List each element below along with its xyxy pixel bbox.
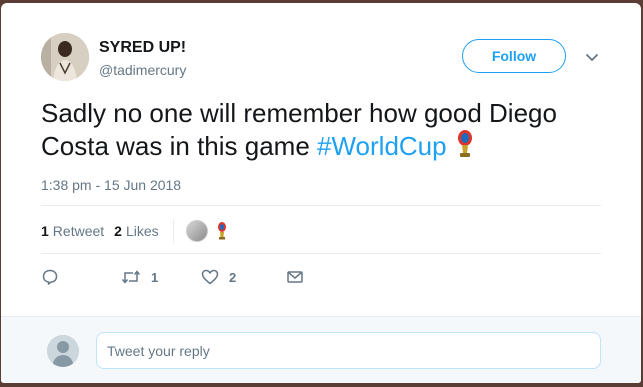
retweet-label[interactable]: Retweet (53, 223, 104, 239)
tweet-actions: 1 2 (41, 265, 304, 289)
tweet-stats: 1 Retweet 2 Likes (41, 219, 228, 243)
heart-icon (201, 269, 219, 285)
worldcup-trophy-icon (457, 130, 472, 157)
hashtag-link[interactable]: #WorldCup (317, 131, 447, 161)
stats-separator (172, 219, 174, 243)
likes-label[interactable]: Likes (126, 223, 159, 239)
user-avatar (47, 335, 79, 367)
reply-input[interactable] (96, 332, 601, 369)
direct-message-button[interactable] (286, 268, 304, 286)
avatar-image (41, 33, 89, 81)
divider (41, 253, 601, 254)
author-handle[interactable]: @tadimercury (99, 62, 186, 78)
retweet-button[interactable]: 1 (121, 268, 201, 286)
reply-icon (42, 269, 58, 285)
divider (41, 205, 601, 206)
tweet-header: SYRED UP! @tadimercury Follow (1, 3, 641, 93)
chevron-down-icon[interactable] (584, 49, 600, 65)
retweet-action-count: 1 (151, 269, 159, 285)
liker-avatar[interactable] (185, 220, 208, 242)
author-avatar[interactable] (41, 33, 89, 81)
follow-button[interactable]: Follow (462, 39, 566, 73)
likes-count[interactable]: 2 (114, 223, 122, 239)
tweet-body-text: Sadly no one will remember how good Dieg… (41, 98, 557, 161)
tweet-timestamp[interactable]: 1:38 pm - 15 Jun 2018 (41, 177, 181, 193)
reply-button[interactable] (41, 268, 121, 286)
author-name[interactable]: SYRED UP! (99, 39, 186, 57)
liker-trophy-avatar[interactable] (216, 222, 228, 240)
like-button[interactable]: 2 (201, 268, 286, 286)
reply-bar (1, 316, 641, 383)
retweet-icon (121, 270, 141, 284)
tweet-card: SYRED UP! @tadimercury Follow Sadly no o… (1, 3, 641, 383)
like-action-count: 2 (229, 269, 237, 285)
tweet-text: Sadly no one will remember how good Dieg… (41, 97, 601, 162)
envelope-icon (287, 271, 303, 283)
retweet-count[interactable]: 1 (41, 223, 49, 239)
default-avatar-icon (47, 335, 79, 367)
